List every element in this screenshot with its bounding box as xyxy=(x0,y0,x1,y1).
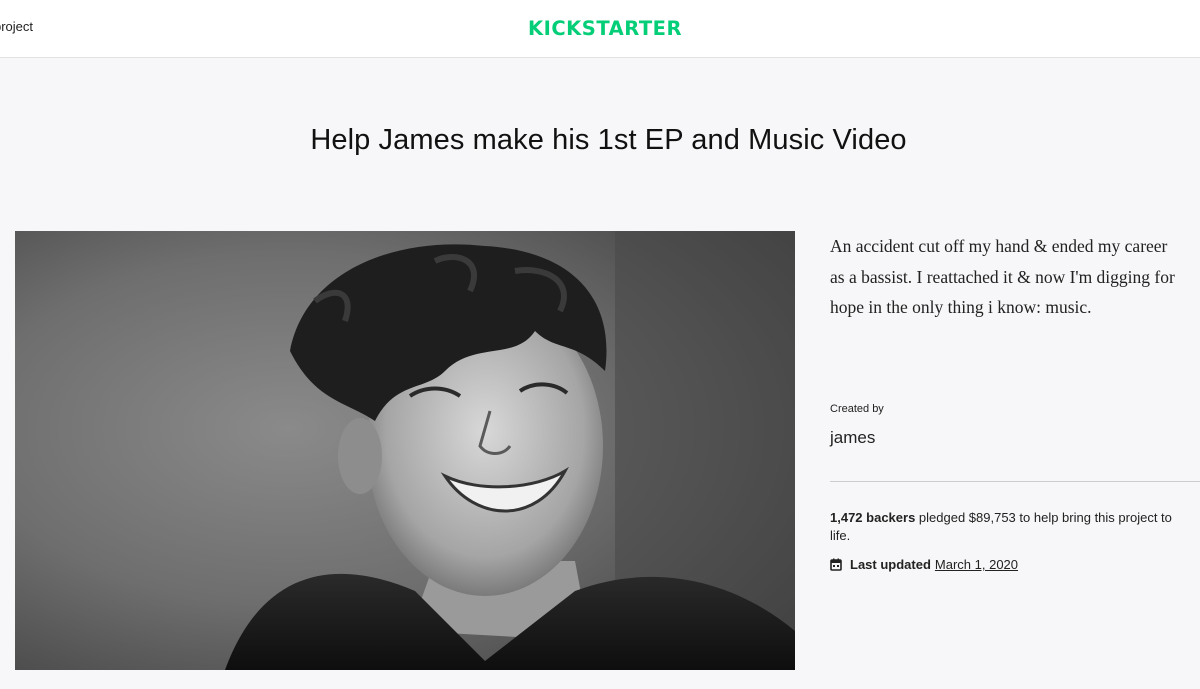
backers-count: 1,472 backers xyxy=(830,510,916,525)
project-stats: 1,472 backers pledged $89,753 to help br… xyxy=(830,509,1195,545)
kickstarter-logo[interactable]: KICKSTARTER xyxy=(520,13,690,43)
project-blurb: An accident cut off my hand & ended my c… xyxy=(830,236,1175,317)
last-updated: Last updated March 1, 2020 xyxy=(830,557,1018,572)
created-by-label: Created by xyxy=(830,403,884,415)
divider xyxy=(830,481,1200,482)
creator-name-link[interactable]: james xyxy=(830,428,875,448)
pledged-text: pledged xyxy=(915,510,969,525)
project-sidebar: An accident cut off my hand & ended my c… xyxy=(830,231,1200,572)
start-a-project-link[interactable]: project xyxy=(0,19,33,34)
last-updated-label: Last updated xyxy=(850,557,931,572)
project-hero-image[interactable] xyxy=(15,231,795,670)
pledged-amount: $89,753 xyxy=(968,510,1016,525)
calendar-icon xyxy=(830,558,842,571)
logo-wordmark: KICKSTARTER xyxy=(528,17,682,40)
last-updated-date-link[interactable]: March 1, 2020 xyxy=(935,557,1018,572)
project-title: Help James make his 1st EP and Music Vid… xyxy=(310,124,907,156)
top-navigation-bar: project KICKSTARTER xyxy=(0,0,1200,58)
